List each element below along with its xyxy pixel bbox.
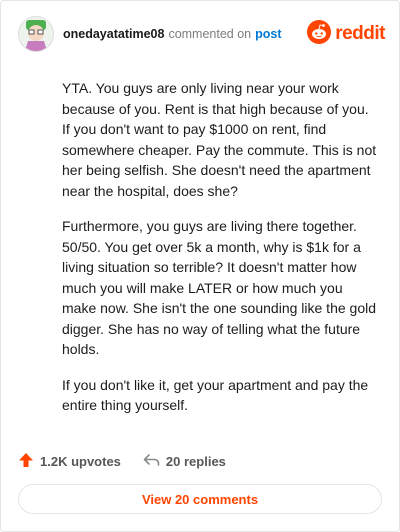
reddit-logo[interactable]: reddit [307, 19, 385, 49]
comment-paragraph: YTA. You guys are only living near your … [62, 80, 377, 199]
comment-card: onedayatatime08 commented on post reddit… [0, 0, 400, 532]
view-comments-button[interactable]: View 20 comments [18, 484, 382, 514]
logo-text: reddit [335, 23, 385, 44]
action-text: commented on [168, 27, 252, 41]
upvote-button[interactable]: 1.2K upvotes [18, 452, 121, 471]
comment-body: YTA. You guys are only living near your … [62, 78, 380, 431]
username[interactable]: onedayatatime08 [63, 27, 164, 41]
post-link[interactable]: post [255, 27, 281, 41]
reply-arrow-icon [143, 453, 160, 470]
comment-paragraph: If you don't like it, get your apartment… [62, 376, 369, 414]
reply-count: 20 replies [165, 453, 226, 469]
comment-footer: 1.2K upvotes 20 replies [18, 450, 226, 472]
comment-meta: onedayatatime08 commented on post [63, 27, 282, 41]
comment-header: onedayatatime08 commented on post reddit [18, 16, 385, 52]
upvote-arrow-icon [18, 452, 34, 471]
upvote-count: 1.2K upvotes [40, 453, 121, 469]
comment-paragraph: Furthermore, you guys are living there t… [62, 218, 376, 357]
replies-button[interactable]: 20 replies [143, 453, 226, 470]
avatar-icon[interactable] [18, 16, 54, 52]
reddit-snoo-icon [307, 19, 332, 49]
